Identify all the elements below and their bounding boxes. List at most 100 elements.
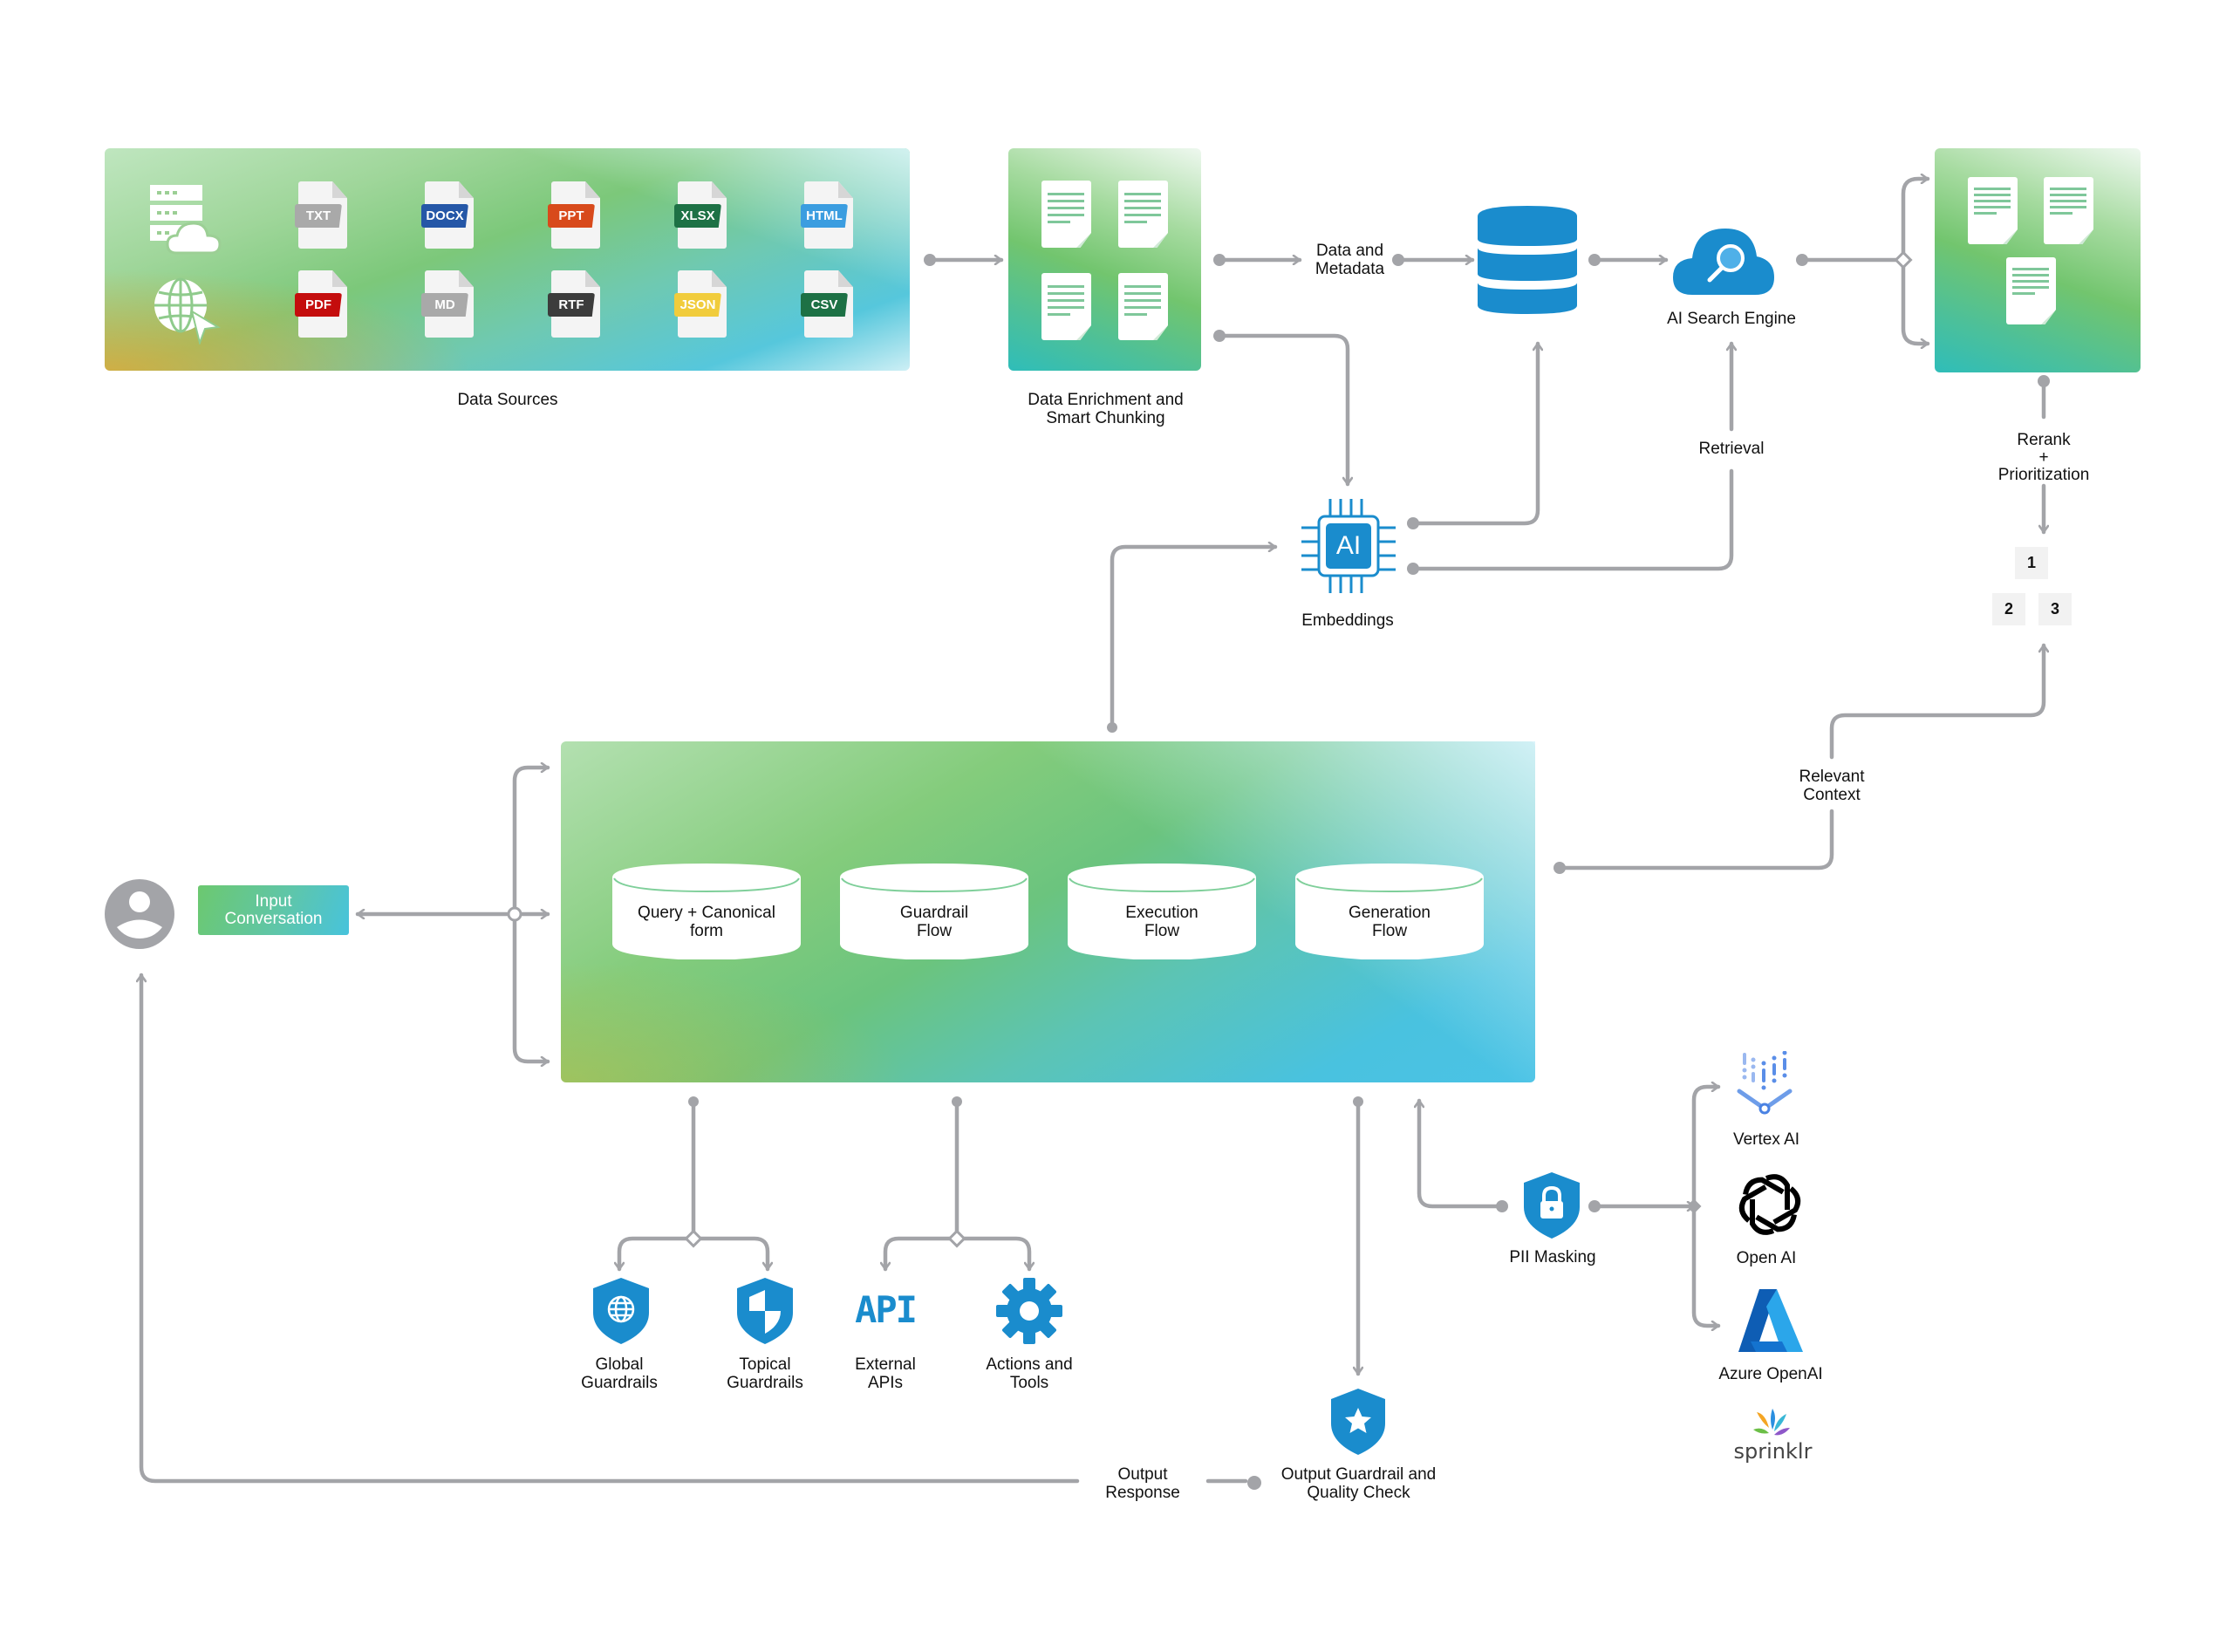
file-fold <box>332 270 347 287</box>
flow-cylinder: Query + Canonical form <box>612 864 801 960</box>
connector-dot <box>1247 1476 1261 1490</box>
file-type-tag: DOCX <box>421 204 468 228</box>
globe-cursor-icon <box>154 277 221 345</box>
document-icon <box>1968 177 2018 244</box>
connector-branch-down <box>512 911 550 1062</box>
connector-dot <box>1796 254 1808 266</box>
input-conversation-box[interactable]: Input Conversation <box>198 885 349 935</box>
connector-dot <box>1588 254 1601 266</box>
connector-topical-guardrail <box>691 1236 768 1272</box>
enrichment-panel <box>1008 148 1201 371</box>
connector-main-to-context <box>1559 809 1834 870</box>
gear-icon <box>996 1278 1062 1344</box>
file-icon-md: MD <box>421 270 474 338</box>
file-fold <box>838 270 853 287</box>
flow-label: Execution Flow <box>1125 904 1198 940</box>
connector-main-to-embeddings <box>1110 547 1278 728</box>
junction-diamond <box>947 1229 966 1248</box>
user-avatar-icon[interactable] <box>105 879 174 949</box>
file-icon-docx: DOCX <box>421 181 474 249</box>
data-sources-label: Data Sources <box>457 391 558 409</box>
connector-dot <box>688 1096 699 1107</box>
connector-dot <box>1554 862 1566 874</box>
topical-guardrails-label: Topical Guardrails <box>727 1355 803 1392</box>
junction-diamond <box>1894 250 1913 270</box>
api-icon: API <box>855 1288 918 1331</box>
output-response-label: Output Response <box>1105 1465 1180 1502</box>
connector-dot <box>1407 563 1419 575</box>
connector-branch-up <box>512 768 550 917</box>
connector-embeddings-to-db <box>1412 341 1538 526</box>
file-type-tag: MD <box>421 293 468 317</box>
file-type-tag: RTF <box>548 293 595 317</box>
retrieval-label: Retrieval <box>1698 440 1765 458</box>
file-fold <box>459 181 474 198</box>
file-type-tag: XLSX <box>674 204 721 228</box>
document-icon <box>1041 273 1091 340</box>
embeddings-label: Embeddings <box>1301 611 1394 630</box>
connector-dot <box>1107 722 1117 733</box>
document-icon <box>2006 257 2056 324</box>
document-icon <box>1118 181 1168 248</box>
connector-context-to-ranks <box>1829 643 2044 760</box>
file-fold <box>585 181 600 198</box>
data-metadata-label: Data and Metadata <box>1315 242 1385 278</box>
connector-dot <box>2038 375 2050 387</box>
flow-cylinder: Execution Flow <box>1068 864 1256 960</box>
file-icon-csv: CSV <box>801 270 853 338</box>
junction-circle <box>507 906 522 922</box>
server-cloud-icon <box>150 185 222 255</box>
global-guardrails-label: Global Guardrails <box>581 1355 658 1392</box>
file-fold <box>332 181 347 198</box>
file-fold <box>459 270 474 287</box>
pii-masking-label: PII Masking <box>1509 1248 1596 1266</box>
actions-tools-label: Actions and Tools <box>986 1355 1073 1392</box>
connector-dot <box>1496 1200 1508 1212</box>
document-icon <box>2044 177 2093 244</box>
file-fold <box>838 181 853 198</box>
azure-openai-label: Azure OpenAI <box>1718 1365 1823 1383</box>
file-icon-txt: TXT <box>295 181 347 249</box>
connector-pii-to-main <box>1419 1098 1503 1209</box>
connector-dot <box>952 1096 962 1107</box>
file-type-tag: JSON <box>674 293 721 317</box>
connector-branch-bottom <box>1901 257 1930 344</box>
rerank-label: Rerank + Prioritization <box>1997 431 2090 484</box>
file-type-tag: HTML <box>801 204 848 228</box>
flow-label: Query + Canonical form <box>638 904 775 940</box>
openai-label: Open AI <box>1736 1249 1797 1267</box>
connector-embeddings-to-search <box>1412 468 1734 571</box>
junction-diamond <box>684 1229 703 1248</box>
file-icon-json: JSON <box>674 270 727 338</box>
connector-dot <box>1213 330 1226 342</box>
ranked-documents-panel <box>1935 148 2141 372</box>
lock-shield-icon <box>1524 1172 1580 1239</box>
rank-2-badge: 2 <box>1992 593 2025 625</box>
file-icon-pdf: PDF <box>295 270 347 338</box>
azure-icon <box>1738 1289 1803 1352</box>
connector-external-apis <box>885 1236 959 1272</box>
flow-label: Generation Flow <box>1348 904 1431 940</box>
vertex-ai-label: Vertex AI <box>1732 1130 1800 1149</box>
rank-3-badge: 3 <box>2038 593 2072 625</box>
vertex-ai-icon <box>1737 1051 1793 1115</box>
flow-label: Guardrail Flow <box>899 904 969 940</box>
connector-dot <box>924 254 936 266</box>
file-type-tag: TXT <box>295 204 342 228</box>
external-apis-label: External APIs <box>855 1355 916 1392</box>
cloud-search-icon <box>1673 229 1774 295</box>
ai-chip-text: AI <box>1335 531 1362 560</box>
connector-global-guardrail <box>619 1236 696 1272</box>
connector-actions-tools <box>954 1236 1029 1272</box>
flow-cylinder: Guardrail Flow <box>840 864 1028 960</box>
file-type-tag: PPT <box>548 204 595 228</box>
file-fold <box>585 270 600 287</box>
file-fold <box>712 270 727 287</box>
star-shield-icon <box>1331 1389 1385 1455</box>
file-type-tag: CSV <box>801 293 848 317</box>
globe-shield-icon <box>593 1278 649 1344</box>
document-icon <box>1041 181 1091 248</box>
shield-icon <box>737 1278 793 1344</box>
file-icon-html: HTML <box>801 181 853 249</box>
flow-cylinder: Generation Flow <box>1295 864 1484 960</box>
